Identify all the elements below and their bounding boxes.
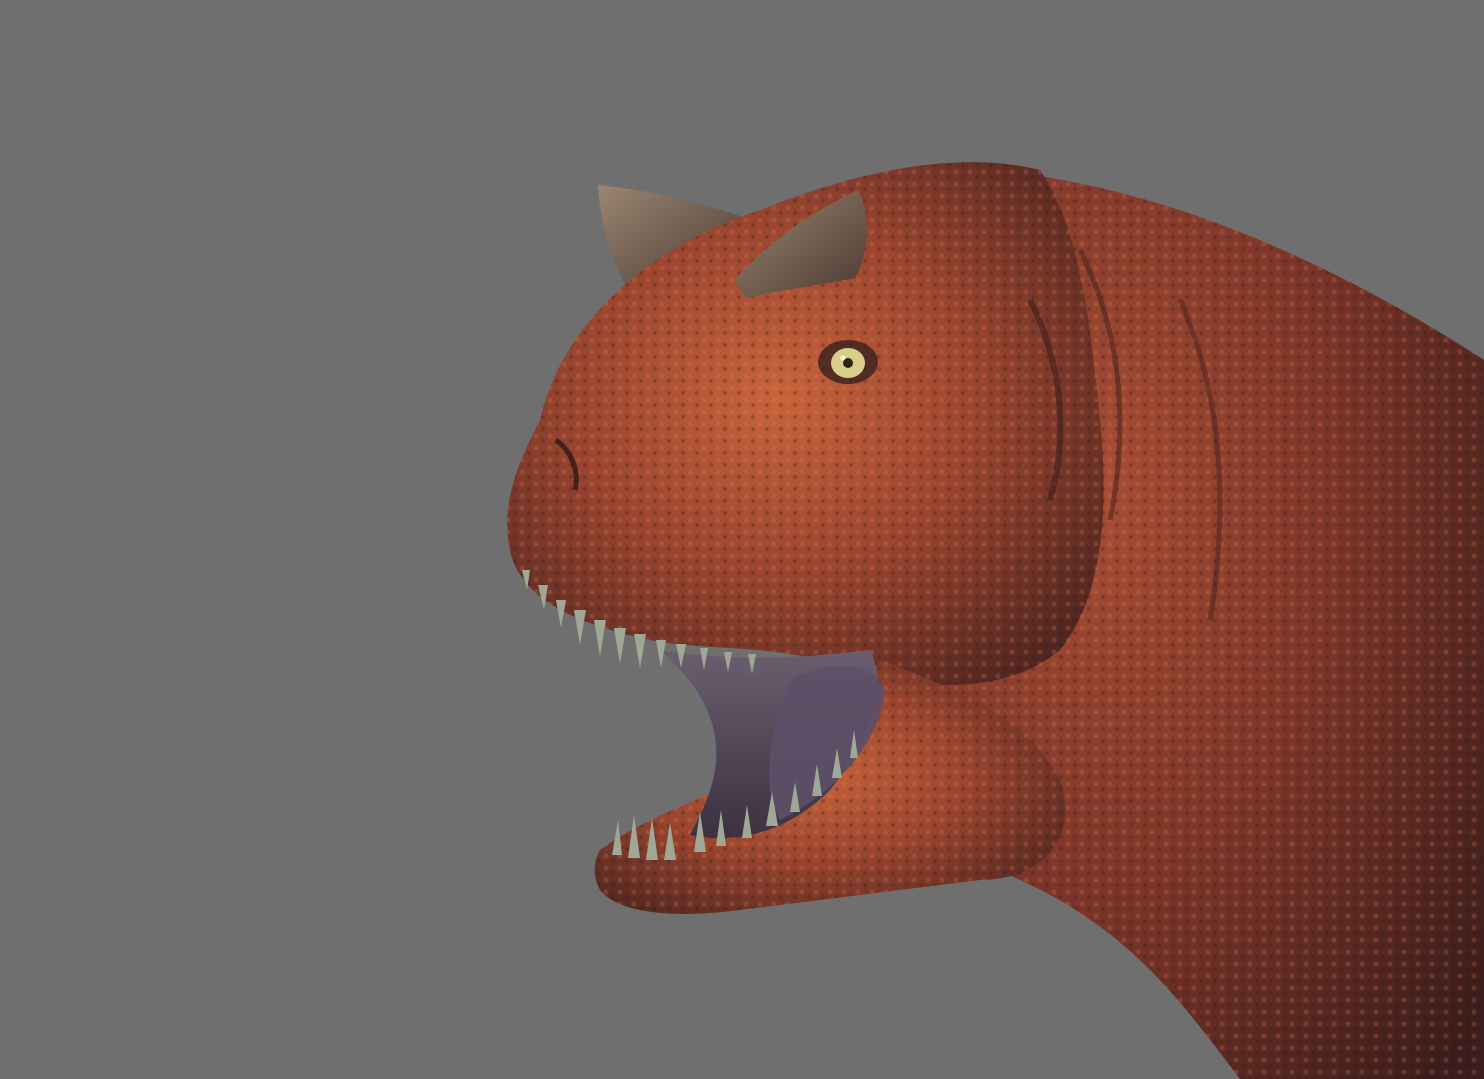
eye xyxy=(818,340,878,384)
render-canvas xyxy=(0,0,1484,1079)
dinosaur-illustration xyxy=(507,162,1484,1079)
